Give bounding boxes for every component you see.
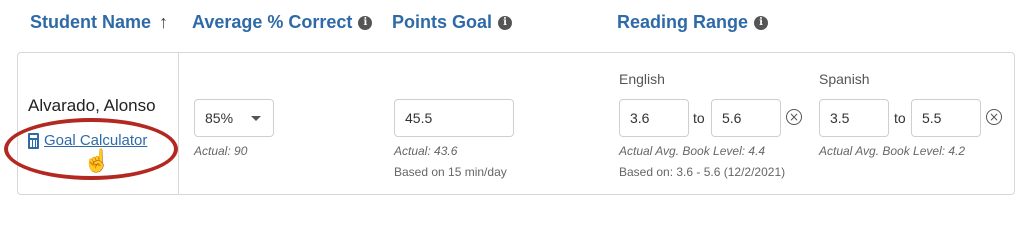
spanish-to-label: to — [894, 110, 906, 126]
english-based-on: Based on: 3.6 - 5.6 (12/2/2021) — [619, 165, 786, 179]
header-reading-range: Reading Range i — [617, 12, 769, 33]
spanish-label: Spanish — [819, 71, 870, 87]
avg-correct-actual: Actual: 90 — [194, 144, 248, 158]
english-to-value: 5.6 — [722, 110, 742, 126]
info-icon[interactable]: i — [358, 15, 373, 30]
english-avg-book-level: Actual Avg. Book Level: 4.4 — [619, 144, 766, 158]
spanish-from-input[interactable]: 3.5 — [819, 99, 889, 137]
clear-circle-icon[interactable]: × — [986, 109, 1002, 125]
english-from-input[interactable]: 3.6 — [619, 99, 689, 137]
points-goal-input[interactable]: 45.5 — [394, 99, 514, 137]
header-student-name-label: Student Name — [30, 12, 152, 32]
avg-correct-value: 85% — [205, 110, 234, 126]
header-average-correct: Average % Correct i — [192, 12, 373, 33]
points-goal-value: 45.5 — [405, 110, 433, 126]
hand-cursor-icon: ☝ — [83, 148, 111, 173]
column-divider — [178, 52, 179, 195]
info-icon[interactable]: i — [754, 15, 769, 30]
info-icon[interactable]: i — [498, 15, 513, 30]
spanish-to-value: 5.5 — [922, 110, 942, 126]
header-student-name[interactable]: Student Name ↑ — [30, 12, 168, 33]
english-label: English — [619, 71, 665, 87]
header-points-goal: Points Goal i — [392, 12, 513, 33]
points-goal-based-on: Based on 15 min/day — [394, 165, 507, 179]
sort-arrow-icon[interactable]: ↑ — [159, 12, 168, 33]
header-average-correct-label: Average % Correct — [192, 12, 353, 32]
english-to-input[interactable]: 5.6 — [711, 99, 781, 137]
spanish-from-value: 3.5 — [830, 110, 850, 126]
chevron-down-icon — [251, 116, 261, 121]
english-from-value: 3.6 — [630, 110, 650, 126]
clear-circle-icon[interactable]: × — [786, 109, 802, 125]
spanish-to-input[interactable]: 5.5 — [911, 99, 981, 137]
english-to-label: to — [693, 110, 705, 126]
avg-correct-select[interactable]: 85% — [194, 99, 274, 137]
header-points-goal-label: Points Goal — [392, 12, 493, 32]
points-goal-actual: Actual: 43.6 — [394, 144, 458, 158]
spanish-avg-book-level: Actual Avg. Book Level: 4.2 — [819, 144, 966, 158]
header-reading-range-label: Reading Range — [617, 12, 749, 32]
student-name: Alvarado, Alonso — [28, 96, 156, 115]
